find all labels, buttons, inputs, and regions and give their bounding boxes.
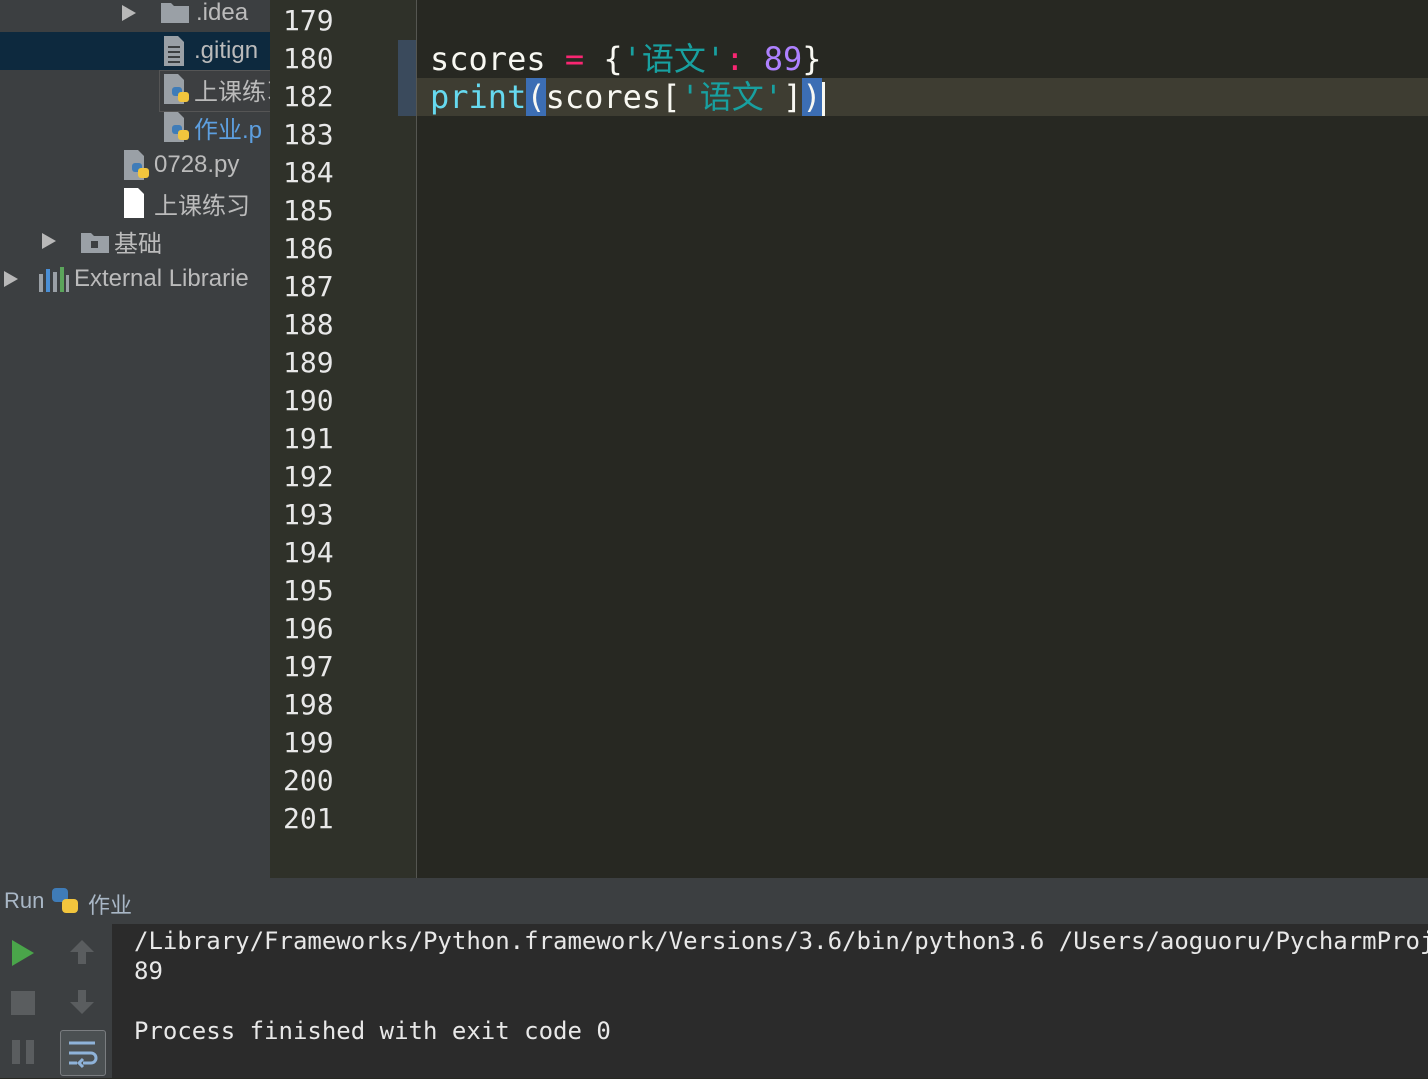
tree-item-label: .idea — [196, 0, 249, 26]
code-token: scores — [430, 40, 546, 78]
change-marker — [398, 40, 416, 116]
code-editor[interactable] — [417, 0, 1428, 878]
line-number: 194 — [283, 536, 334, 569]
file-icon — [124, 188, 144, 218]
line-number: 201 — [283, 802, 334, 835]
line-number: 193 — [283, 498, 334, 531]
code-token: '语文' — [622, 40, 726, 78]
tree-item-basics[interactable]: 基础 — [0, 222, 270, 260]
tree-item-label: External Librarie — [74, 265, 249, 292]
tree-item-label: .gitign — [194, 37, 259, 64]
arrow-up-icon[interactable] — [68, 938, 96, 966]
code-token: scores — [545, 78, 662, 116]
tree-item-label: 上课练习 — [154, 192, 250, 220]
run-toolbar — [0, 924, 112, 1078]
line-number: 185 — [283, 194, 334, 227]
code-token: = — [564, 40, 585, 78]
line-number: 188 — [283, 308, 334, 341]
stop-icon[interactable] — [10, 990, 36, 1016]
arrow-down-icon[interactable] — [68, 988, 96, 1016]
line-number: 191 — [283, 422, 334, 455]
tree-item-label: 基础 — [114, 230, 162, 258]
soft-wrap-button[interactable] — [60, 1030, 106, 1076]
code-token: } — [802, 40, 822, 78]
line-number: 199 — [283, 726, 334, 759]
soft-wrap-icon — [69, 1041, 98, 1069]
code-token: '语文' — [680, 78, 783, 116]
text-file-icon — [164, 36, 184, 66]
tree-item-gitignore[interactable]: .gitign — [0, 32, 270, 70]
code-token: { — [603, 40, 623, 78]
code-token: : — [725, 40, 745, 78]
python-file-icon — [164, 74, 189, 104]
line-number: 196 — [283, 612, 334, 645]
line-number: 183 — [283, 118, 334, 151]
line-number: 180 — [283, 42, 334, 75]
code-line-181[interactable]: print(scores['语文']) — [430, 78, 825, 116]
line-number: 195 — [283, 574, 334, 607]
code-line-180[interactable]: scores = {'语文': 89} — [430, 40, 822, 78]
text-caret — [821, 82, 825, 116]
tree-item-idea[interactable]: .idea — [0, 0, 270, 32]
tree-item-label: 0728.py — [154, 151, 240, 178]
expand-arrow-icon[interactable] — [42, 233, 56, 249]
code-token: print — [430, 78, 527, 116]
line-number: 187 — [283, 270, 334, 303]
line-number: 184 — [283, 156, 334, 189]
tree-item-homework-py[interactable]: 作业.p — [0, 108, 270, 146]
project-tree: .idea .gitign 上课练习.py 作业.p 0728.py 上课练习 … — [0, 0, 270, 878]
matched-paren: ( — [526, 78, 546, 116]
line-number: 186 — [283, 232, 334, 265]
tree-item-0728-py[interactable]: 0728.py — [0, 146, 270, 184]
line-number: 200 — [283, 764, 334, 797]
line-number: 198 — [283, 688, 334, 721]
folder-icon — [161, 3, 189, 23]
tree-item-external-libraries[interactable]: External Librarie — [0, 260, 270, 298]
run-tab-label[interactable]: 作业 — [88, 888, 132, 920]
console-line: Process finished with exit code 0 — [134, 1017, 611, 1045]
pause-icon[interactable] — [10, 1038, 36, 1066]
expand-arrow-icon[interactable] — [122, 5, 136, 21]
python-file-icon — [124, 150, 149, 180]
folder-icon — [81, 233, 109, 253]
run-console[interactable]: /Library/Frameworks/Python.framework/Ver… — [112, 924, 1428, 1078]
code-token: [ — [661, 78, 681, 116]
line-number: 179 — [283, 4, 334, 37]
code-token: ] — [783, 78, 803, 116]
line-number: 192 — [283, 460, 334, 493]
line-number: 197 — [283, 650, 334, 683]
expand-arrow-icon[interactable] — [4, 271, 18, 287]
tree-item-practice[interactable]: 上课练习 — [0, 184, 270, 222]
run-panel-header: Run 作业 — [0, 878, 1428, 924]
python-file-icon — [164, 112, 189, 142]
library-icon — [39, 267, 69, 292]
tree-item-label: 作业.p — [194, 116, 263, 144]
console-line: /Library/Frameworks/Python.framework/Ver… — [134, 927, 1428, 955]
rerun-icon[interactable] — [10, 938, 36, 968]
line-number: 190 — [283, 384, 334, 417]
code-token: 89 — [763, 40, 803, 78]
run-panel-title: Run — [4, 888, 45, 913]
line-number: 189 — [283, 346, 334, 379]
line-number: 182 — [283, 80, 334, 113]
matched-paren: ) — [802, 78, 822, 116]
python-icon — [52, 888, 78, 913]
console-line: 89 — [134, 957, 163, 985]
